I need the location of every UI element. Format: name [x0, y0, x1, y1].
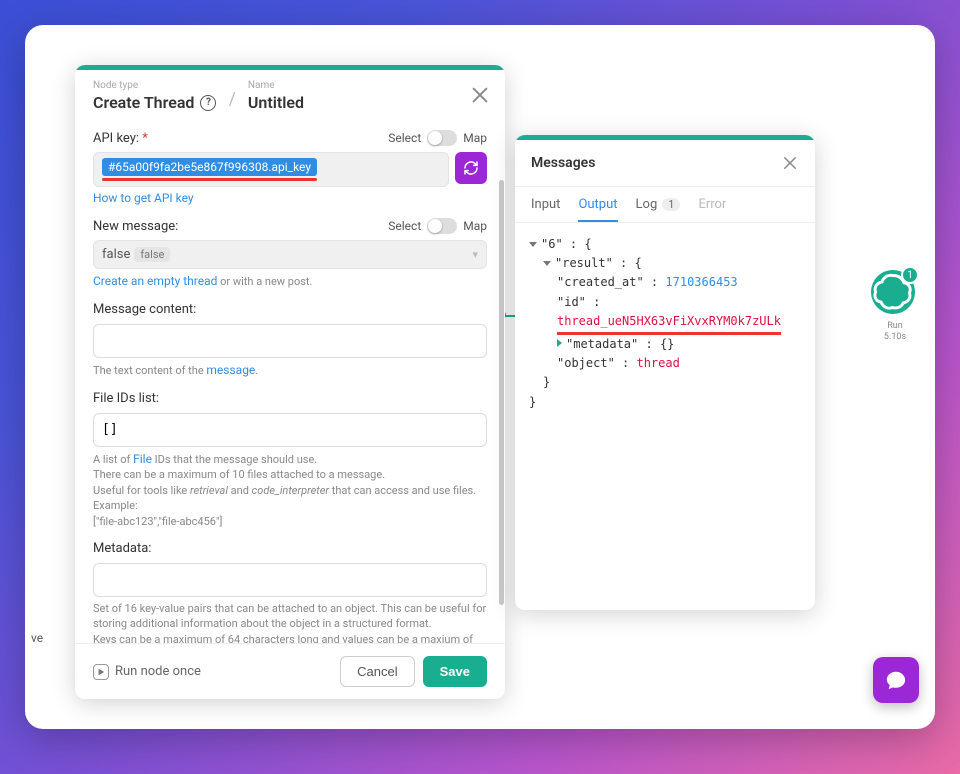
- new-message-select-label: Select: [388, 219, 421, 233]
- new-message-label: New message:: [93, 219, 178, 234]
- breadcrumb-separator: /: [224, 89, 239, 112]
- file-ids-label: File IDs list:: [93, 391, 159, 406]
- chevron-down-icon: ▾: [472, 248, 478, 261]
- message-content-helper: The text content of the message.: [93, 362, 487, 379]
- field-metadata: Metadata: Set of 16 key-value pairs that…: [93, 539, 487, 643]
- tab-log[interactable]: Log1: [636, 187, 681, 222]
- metadata-input[interactable]: [93, 563, 487, 597]
- refresh-icon: [463, 160, 479, 176]
- metadata-label: Metadata:: [93, 541, 151, 556]
- api-key-select-label: Select: [388, 131, 421, 145]
- help-icon[interactable]: ?: [200, 95, 216, 111]
- node-badge: 1: [901, 266, 919, 284]
- message-content-label: Message content:: [93, 302, 196, 317]
- messages-close-icon[interactable]: [781, 154, 799, 172]
- messages-header: Messages: [515, 140, 815, 187]
- node-editor-panel: Node type Create Thread ? / Name Untitle…: [75, 65, 505, 699]
- panel-body: API key: * Select Map #65a00f9fa2be5e867…: [75, 118, 505, 643]
- node-type-value: Create Thread ?: [93, 93, 216, 112]
- metadata-helper: Set of 16 key-value pairs that can be at…: [93, 601, 487, 643]
- close-icon[interactable]: [469, 84, 491, 106]
- api-key-underline: [102, 178, 317, 181]
- caret-icon[interactable]: [543, 261, 551, 266]
- refresh-button[interactable]: [455, 152, 487, 184]
- api-key-mode-toggle[interactable]: [427, 130, 457, 146]
- new-message-map-label: Map: [463, 219, 487, 233]
- thread-id-value: thread_ueN5HX63vFiXvxRYM0k7zULk: [557, 312, 781, 335]
- panel-scrollbar[interactable]: [497, 180, 505, 629]
- file-ids-helper: A list of File IDs that the message shou…: [93, 451, 487, 529]
- field-api-key: API key: * Select Map #65a00f9fa2be5e867…: [93, 128, 487, 206]
- file-link[interactable]: File: [133, 452, 152, 466]
- new-message-helper: Create an empty thread or with a new pos…: [93, 273, 487, 290]
- caret-right-icon[interactable]: [557, 339, 562, 347]
- message-link[interactable]: message: [206, 363, 255, 377]
- new-message-select[interactable]: falsefalse ▾: [93, 240, 487, 269]
- field-new-message: New message: Select Map falsefalse ▾ Cre…: [93, 216, 487, 290]
- api-key-value: #65a00f9fa2be5e867f996308.api_key: [102, 158, 317, 176]
- tab-output[interactable]: Output: [578, 187, 617, 222]
- messages-title: Messages: [531, 155, 595, 171]
- new-message-mode-toggle[interactable]: [427, 218, 457, 234]
- file-ids-input[interactable]: []: [93, 413, 487, 447]
- bg-node-label: Run5.10s: [865, 321, 925, 343]
- cancel-button[interactable]: Cancel: [340, 656, 414, 687]
- node-type-label: Node type: [93, 80, 216, 91]
- api-key-label: API key: *: [93, 131, 148, 146]
- panel-footer: Run node once Cancel Save: [75, 643, 505, 699]
- save-button[interactable]: Save: [423, 656, 487, 687]
- chat-icon: [885, 669, 907, 691]
- panel-header: Node type Create Thread ? / Name Untitle…: [75, 70, 505, 118]
- output-json-viewer[interactable]: "6" : { "result" : { "created_at" : 1710…: [515, 223, 815, 610]
- chat-fab-button[interactable]: [873, 657, 919, 703]
- api-key-help-link[interactable]: How to get API key: [93, 191, 194, 205]
- name-value[interactable]: Untitled: [248, 93, 304, 112]
- tab-error[interactable]: Error: [698, 187, 726, 222]
- name-label: Name: [248, 80, 304, 91]
- message-content-input[interactable]: [93, 324, 487, 358]
- field-message-content: Message content: The text content of the…: [93, 300, 487, 379]
- messages-panel: Messages Input Output Log1 Error "6" : {…: [515, 135, 815, 610]
- api-key-map-label: Map: [463, 131, 487, 145]
- caret-icon[interactable]: [529, 242, 537, 247]
- tab-input[interactable]: Input: [531, 187, 560, 222]
- bg-openai-node[interactable]: 1: [871, 270, 915, 314]
- app-canvas: ve 1 Run5.10s Node type Create Thread ? …: [25, 25, 935, 729]
- run-node-button[interactable]: Run node once: [93, 664, 201, 680]
- create-empty-thread-link[interactable]: Create an empty thread: [93, 274, 217, 288]
- bg-left-text: ve: [31, 631, 43, 645]
- play-icon: [93, 664, 109, 680]
- log-count-badge: 1: [662, 198, 680, 211]
- messages-tabstrip: Input Output Log1 Error: [515, 187, 815, 223]
- api-key-input[interactable]: #65a00f9fa2be5e867f996308.api_key: [93, 152, 449, 187]
- field-file-ids: File IDs list: [] A list of File IDs tha…: [93, 389, 487, 529]
